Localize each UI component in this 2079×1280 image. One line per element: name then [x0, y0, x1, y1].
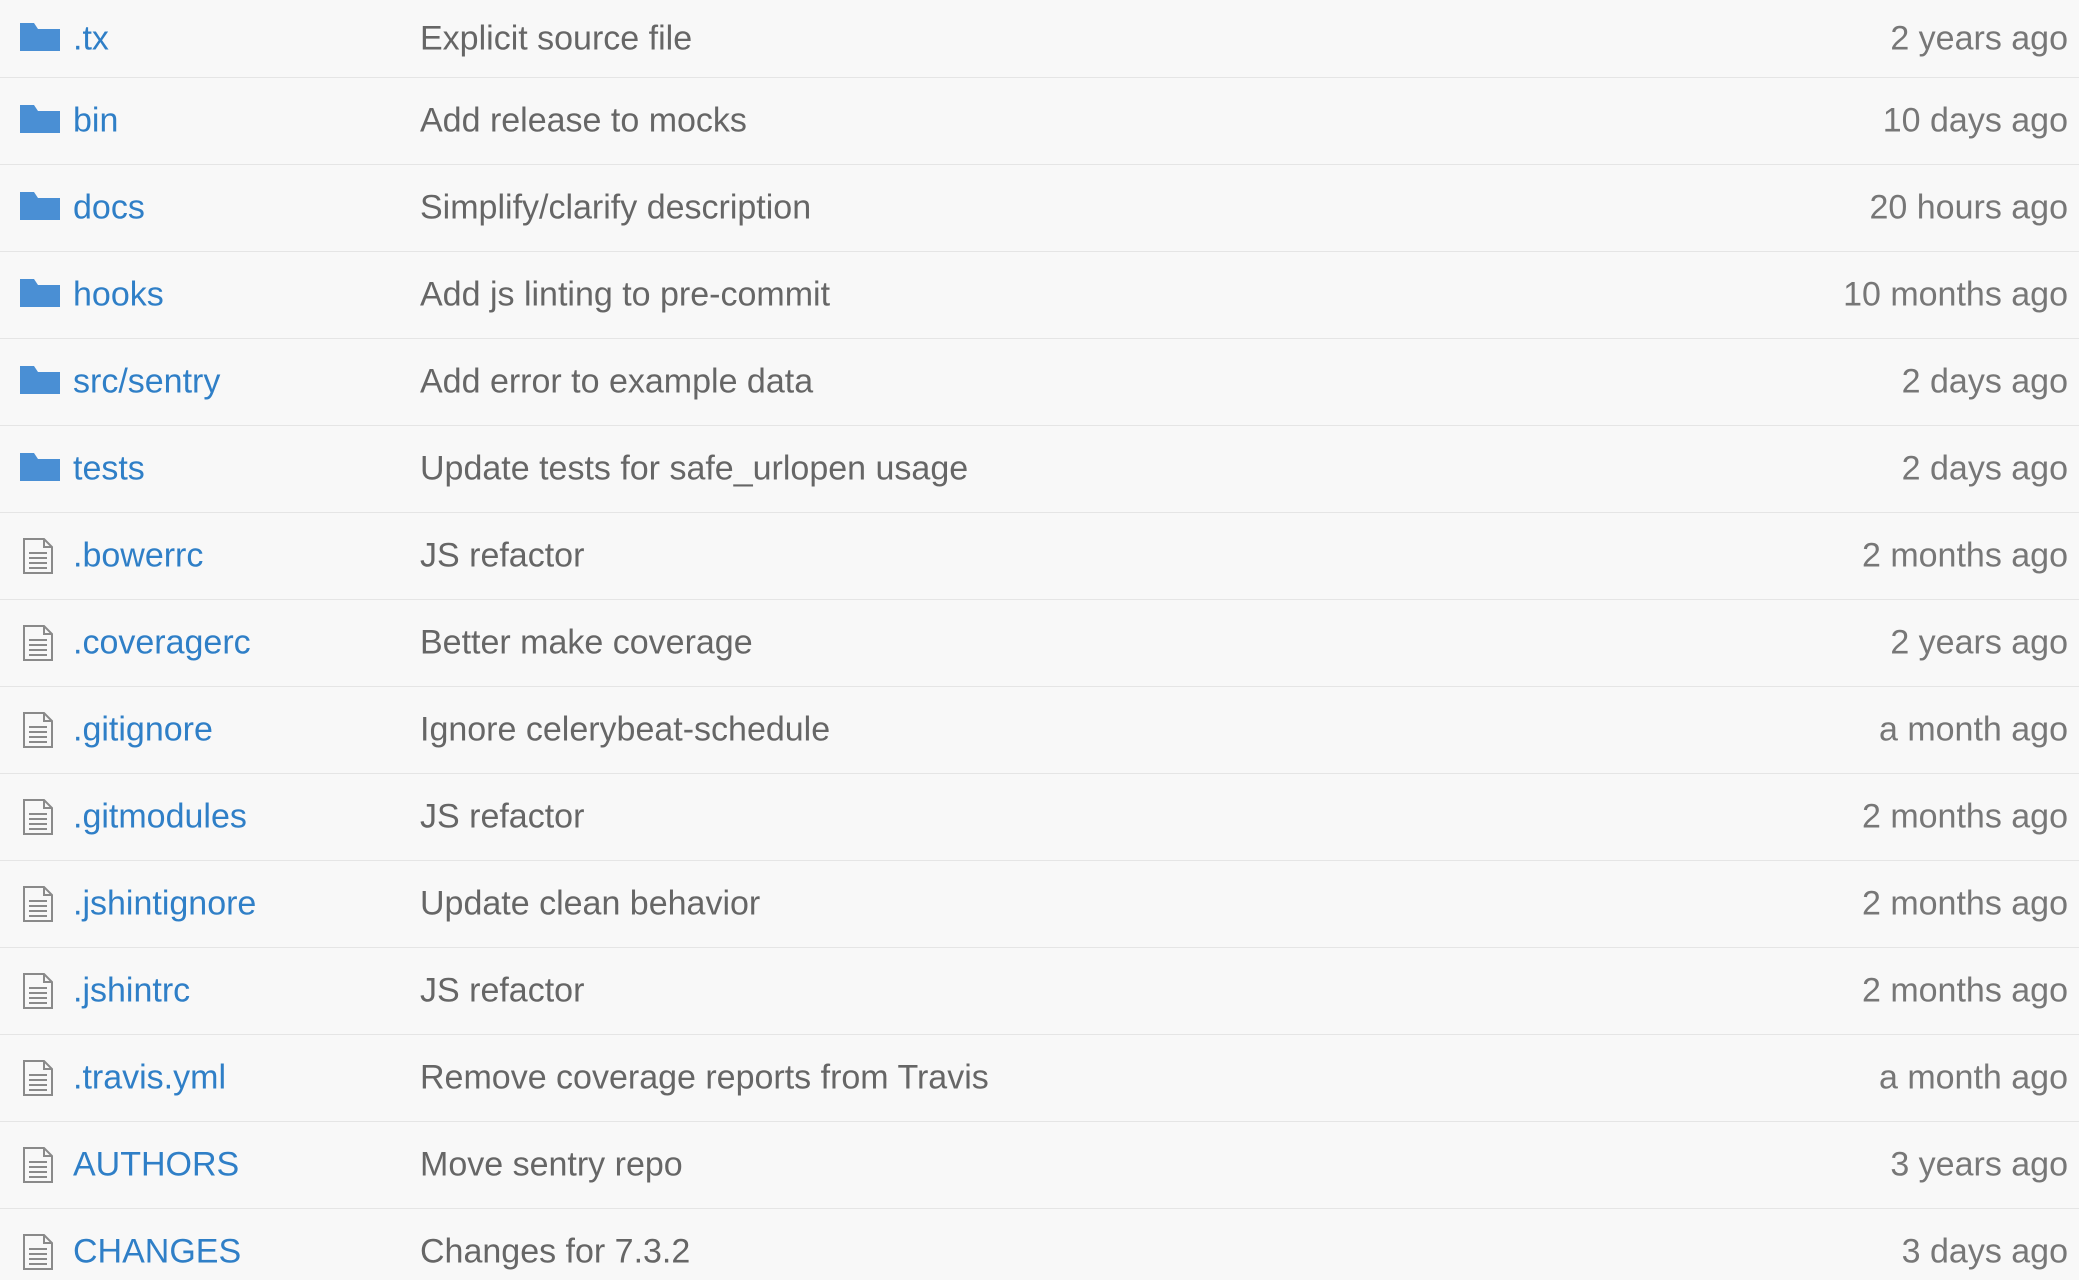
- commit-message-link[interactable]: Add error to example data: [420, 363, 813, 402]
- file-name-link[interactable]: CHANGES: [73, 1233, 241, 1272]
- file-name-link[interactable]: .gitmodules: [73, 798, 247, 837]
- commit-age: 10 months ago: [1843, 275, 2068, 314]
- commit-age: 2 years ago: [1890, 19, 2068, 57]
- commit-age: 2 years ago: [1890, 623, 2068, 662]
- folder-icon: [20, 21, 60, 57]
- commit-age: 20 hours ago: [1869, 188, 2069, 227]
- commit-age: 3 days ago: [1901, 1232, 2068, 1271]
- file-name-link[interactable]: .jshintignore: [73, 885, 256, 924]
- commit-message-link[interactable]: JS refactor: [420, 972, 584, 1011]
- file-row-docs[interactable]: docs Simplify/clarify description 20 hou…: [0, 165, 2079, 252]
- file-row-tests[interactable]: tests Update tests for safe_urlopen usag…: [0, 426, 2079, 513]
- commit-age: a month ago: [1878, 710, 2068, 749]
- file-icon: [20, 1147, 60, 1183]
- commit-message-link[interactable]: Better make coverage: [420, 624, 753, 663]
- commit-age: 2 months ago: [1861, 971, 2068, 1010]
- commit-message-link[interactable]: Update tests for safe_urlopen usage: [420, 450, 968, 489]
- commit-age: 10 days ago: [1882, 101, 2068, 140]
- commit-message-link[interactable]: Simplify/clarify description: [420, 189, 811, 228]
- folder-icon: [20, 364, 60, 400]
- commit-age: a month ago: [1878, 1058, 2068, 1097]
- file-icon: [20, 886, 60, 922]
- commit-message-link[interactable]: Update clean behavior: [420, 885, 760, 924]
- file-row-travis-yml[interactable]: .travis.yml Remove coverage reports from…: [0, 1035, 2079, 1122]
- file-icon: [20, 625, 60, 661]
- commit-message-link[interactable]: Remove coverage reports from Travis: [420, 1059, 989, 1098]
- file-row-hooks[interactable]: hooks Add js linting to pre-commit 10 mo…: [0, 252, 2079, 339]
- file-icon: [20, 712, 60, 748]
- file-row-bin[interactable]: bin Add release to mocks 10 days ago: [0, 78, 2079, 165]
- file-row-gitmodules[interactable]: .gitmodules JS refactor 2 months ago: [0, 774, 2079, 861]
- commit-age: 2 months ago: [1861, 536, 2068, 575]
- commit-age: 2 months ago: [1861, 884, 2068, 923]
- file-row-gitignore[interactable]: .gitignore Ignore celerybeat-schedule a …: [0, 687, 2079, 774]
- file-row-coveragerc[interactable]: .coveragerc Better make coverage 2 years…: [0, 600, 2079, 687]
- file-name-link[interactable]: hooks: [73, 276, 164, 315]
- file-name-link[interactable]: tests: [73, 450, 145, 489]
- file-name-link[interactable]: .gitignore: [73, 711, 213, 750]
- file-name-link[interactable]: .coveragerc: [73, 624, 251, 663]
- commit-message-link[interactable]: Explicit source file: [420, 19, 692, 58]
- file-icon: [20, 973, 60, 1009]
- folder-icon: [20, 277, 60, 313]
- commit-message-link[interactable]: JS refactor: [420, 798, 584, 837]
- file-list: .tx Explicit source file 2 years ago bin…: [0, 0, 2079, 1280]
- file-row-tx[interactable]: .tx Explicit source file 2 years ago: [0, 0, 2079, 78]
- file-row-bowerrc[interactable]: .bowerrc JS refactor 2 months ago: [0, 513, 2079, 600]
- file-name-link[interactable]: docs: [73, 189, 145, 228]
- file-row-src-sentry[interactable]: src/sentry Add error to example data 2 d…: [0, 339, 2079, 426]
- file-name-link[interactable]: .travis.yml: [73, 1059, 226, 1098]
- commit-age: 2 days ago: [1901, 449, 2068, 488]
- file-row-jshintrc[interactable]: .jshintrc JS refactor 2 months ago: [0, 948, 2079, 1035]
- commit-message-link[interactable]: Changes for 7.3.2: [420, 1233, 690, 1272]
- file-icon: [20, 799, 60, 835]
- folder-icon: [20, 190, 60, 226]
- file-name-link[interactable]: .bowerrc: [73, 537, 203, 576]
- commit-age: 2 days ago: [1901, 362, 2068, 401]
- file-row-changes[interactable]: CHANGES Changes for 7.3.2 3 days ago: [0, 1209, 2079, 1280]
- commit-age: 2 months ago: [1861, 797, 2068, 836]
- file-name-link[interactable]: src/sentry: [73, 363, 220, 402]
- file-row-authors[interactable]: AUTHORS Move sentry repo 3 years ago: [0, 1122, 2079, 1209]
- commit-message-link[interactable]: Add release to mocks: [420, 102, 747, 141]
- file-name-link[interactable]: bin: [73, 102, 118, 141]
- file-row-jshintignore[interactable]: .jshintignore Update clean behavior 2 mo…: [0, 861, 2079, 948]
- commit-message-link[interactable]: Add js linting to pre-commit: [420, 276, 830, 315]
- commit-message-link[interactable]: JS refactor: [420, 537, 584, 576]
- folder-icon: [20, 103, 60, 139]
- file-name-link[interactable]: AUTHORS: [73, 1146, 239, 1185]
- commit-message-link[interactable]: Move sentry repo: [420, 1146, 683, 1185]
- file-icon: [20, 1234, 60, 1270]
- file-icon: [20, 1060, 60, 1096]
- folder-icon: [20, 451, 60, 487]
- file-name-link[interactable]: .jshintrc: [73, 972, 190, 1011]
- file-icon: [20, 538, 60, 574]
- commit-age: 3 years ago: [1890, 1145, 2068, 1184]
- file-name-link[interactable]: .tx: [73, 19, 109, 58]
- commit-message-link[interactable]: Ignore celerybeat-schedule: [420, 711, 830, 750]
